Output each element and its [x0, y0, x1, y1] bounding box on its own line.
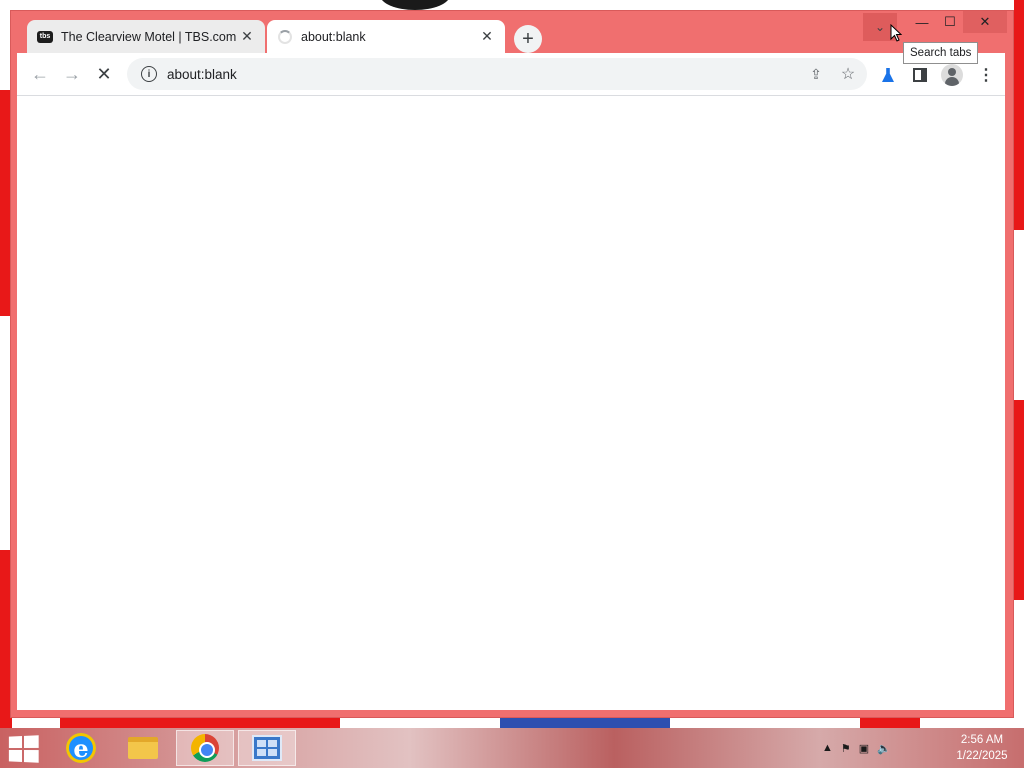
close-tab-icon[interactable]: ✕ [479, 28, 495, 45]
volume-muted-icon[interactable]: 🔈 [877, 742, 891, 755]
clock-time: 2:56 AM [960, 734, 1004, 746]
clock[interactable]: 2:56 AM 1/22/2025 [950, 732, 1014, 764]
plus-icon: + [522, 27, 534, 50]
side-panel-icon [913, 68, 927, 82]
search-tabs-tooltip: Search tabs [903, 42, 979, 64]
minimize-button[interactable]: — [907, 11, 937, 33]
start-icon[interactable] [8, 735, 39, 763]
browser-window: tbs The Clearview Motel | TBS.com ✕ abou… [10, 10, 1014, 718]
wallpaper-dark-shape [380, 0, 450, 10]
info-icon[interactable]: i [141, 66, 157, 82]
internet-explorer-button[interactable]: e [52, 730, 110, 766]
file-explorer-icon [128, 737, 158, 759]
wallpaper-red-shape [1014, 0, 1024, 230]
tbs-icon: tbs [37, 29, 53, 45]
maximize-button[interactable]: ☐ [935, 11, 965, 33]
bookmark-star-icon[interactable]: ☆ [839, 65, 857, 83]
maximize-icon: ☐ [944, 14, 956, 29]
taskbar: e ▲ ⚑ ▣ 🔈 2:56 AM 1/22/2025 [0, 728, 1024, 768]
tab-clearview-motel[interactable]: tbs The Clearview Motel | TBS.com ✕ [27, 20, 265, 53]
share-icon[interactable]: ⇪ [807, 65, 825, 83]
toolbar: ← → ✕ i about:blank ⇪ ☆ ⋮ [17, 53, 1005, 95]
chrome-button[interactable] [176, 730, 234, 766]
new-tab-button[interactable]: + [514, 25, 542, 53]
profile-button[interactable] [941, 64, 963, 86]
mouse-cursor-icon [890, 24, 902, 42]
stop-icon: ✕ [96, 63, 112, 84]
forward-button[interactable]: → [59, 61, 85, 87]
server-manager-button[interactable] [238, 730, 296, 766]
close-tab-icon[interactable]: ✕ [239, 28, 255, 45]
file-explorer-button[interactable] [114, 730, 172, 766]
kebab-menu-icon: ⋮ [978, 67, 994, 84]
flask-icon [882, 68, 894, 82]
back-button[interactable]: ← [27, 61, 53, 87]
minimize-icon: — [915, 14, 929, 30]
flag-icon[interactable]: ⚑ [841, 742, 851, 755]
server-manager-icon [252, 735, 282, 761]
chrome-icon [191, 734, 219, 762]
tab-about-blank[interactable]: about:blank ✕ [267, 20, 505, 53]
internet-explorer-icon: e [66, 733, 96, 763]
arrow-right-icon: → [63, 63, 81, 84]
tab-strip: tbs The Clearview Motel | TBS.com ✕ abou… [11, 11, 1013, 53]
address-bar[interactable]: i about:blank ⇪ ☆ [127, 58, 867, 90]
chevron-down-icon: ⌄ [874, 20, 886, 34]
tab-title: The Clearview Motel | TBS.com [61, 29, 237, 44]
tab-title: about:blank [301, 29, 366, 44]
wallpaper-red-shape [1014, 400, 1024, 600]
show-hidden-icons-icon[interactable]: ▲ [822, 742, 833, 754]
close-icon: ✕ [979, 14, 991, 29]
clock-date: 1/22/2025 [956, 750, 1008, 762]
avatar-icon [941, 64, 963, 86]
page-content[interactable] [17, 96, 1005, 710]
arrow-left-icon: ← [31, 63, 49, 84]
labs-button[interactable] [877, 64, 899, 86]
menu-button[interactable]: ⋮ [975, 64, 997, 86]
address-url[interactable]: about:blank [167, 67, 237, 82]
close-window-button[interactable]: ✕ [963, 11, 1007, 33]
network-icon[interactable]: ▣ [859, 742, 869, 755]
system-tray: ▲ ⚑ ▣ 🔈 [822, 740, 891, 756]
side-panel-button[interactable] [909, 64, 931, 86]
loading-spinner-icon [277, 29, 293, 45]
stop-loading-button[interactable]: ✕ [91, 61, 117, 87]
